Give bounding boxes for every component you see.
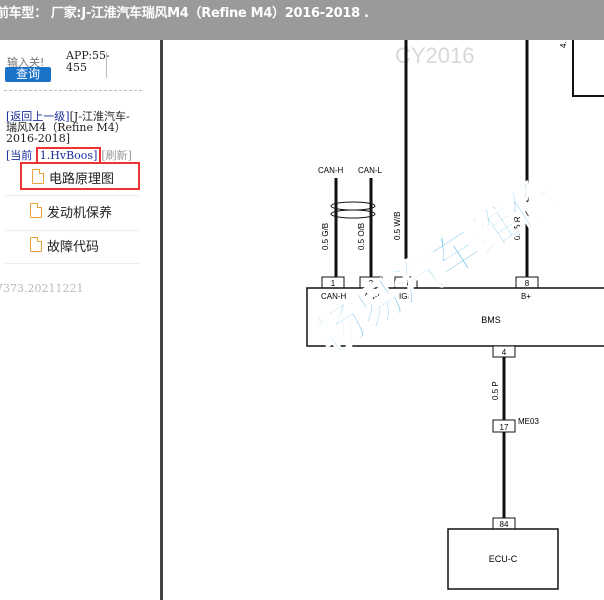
separator (5, 195, 140, 196)
version-text: 7373.20211221 (0, 282, 84, 295)
dashed-separator (4, 90, 142, 91)
document-icon (30, 203, 42, 218)
pin-number: 4 (502, 348, 507, 357)
twist-mark (330, 201, 376, 211)
gauge-can-h: 0.5 G/B (321, 223, 330, 250)
connector-id: ME03 (518, 417, 539, 426)
breadcrumb: [返回上一级][J-江淮汽车-瑞风M4（Refine M4） 2016-2018… (6, 111, 140, 144)
top-right-box (572, 40, 604, 97)
document-icon (30, 237, 42, 252)
gauge-ign: 0.5 W/B (393, 212, 402, 240)
ecu-label: ECU-C (489, 554, 518, 564)
divider-line (106, 52, 107, 78)
connector-pin: 17 (500, 423, 509, 432)
menu-item-label: 电路原理图 (49, 172, 115, 187)
current-row: [当前 1.HvBoos] [刷新] (6, 147, 132, 164)
twist-mark (330, 209, 376, 219)
top-bar: 前车型： 厂家:J-江淮汽车瑞风M4（Refine M4）2016-2018 . (0, 0, 604, 40)
menu-item-fault-codes[interactable]: 故障代码 (20, 232, 140, 260)
menu-item-label: 发动机保养 (47, 206, 113, 221)
gauge-can-l: 0.5 O/B (357, 223, 366, 250)
sidebar: 查询 APP:55-455 [返回上一级][J-江淮汽车-瑞风M4（Refine… (0, 40, 160, 600)
query-button[interactable]: 查询 (5, 67, 51, 82)
separator (5, 263, 140, 264)
can-l-label: CAN-L (358, 166, 383, 175)
current-label: [当前 (6, 149, 33, 162)
separator (5, 230, 140, 231)
bms-label: BMS (481, 315, 501, 325)
circuit-diagram: CY2016 4. CAN-H CAN-L 0.5 G/B 0.5 O/B 0.… (163, 40, 604, 600)
menu-item-label: 故障代码 (47, 240, 100, 255)
can-h-label: CAN-H (318, 166, 344, 175)
menu-item-engine-maintenance[interactable]: 发动机保养 (20, 198, 140, 226)
refresh-link[interactable]: [刷新] (101, 149, 132, 162)
pin-number: 84 (500, 520, 509, 529)
document-icon (32, 169, 44, 184)
pin-label: B+ (521, 292, 531, 301)
top-right-label: 4. (559, 41, 568, 48)
pin-number: 8 (525, 279, 530, 288)
menu-item-circuit-diagram[interactable]: 电路原理图 (20, 162, 140, 190)
pin-number: 1 (331, 279, 336, 288)
gauge-lower: 0.5 P (491, 381, 500, 400)
vehicle-title: 前车型： 厂家:J-江淮汽车瑞风M4（Refine M4）2016-2018 . (0, 6, 369, 21)
circuit-diagram-svg: CY2016 4. CAN-H CAN-L 0.5 G/B 0.5 O/B 0.… (306, 40, 604, 590)
app-version: APP:55-455 (66, 49, 110, 74)
